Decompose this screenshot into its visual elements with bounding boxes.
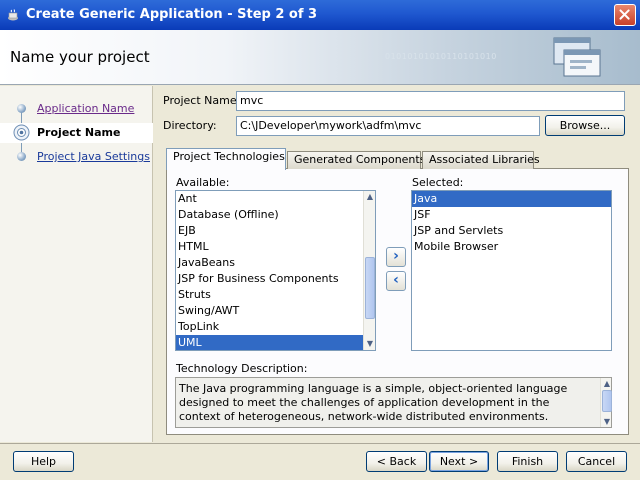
bottom-separator	[0, 443, 640, 444]
wizard-header: Name your project 01010101010110101010	[0, 30, 640, 85]
technology-description: The Java programming language is a simpl…	[175, 377, 612, 428]
list-item[interactable]: Java	[412, 191, 611, 207]
title-bar[interactable]: Create Generic Application - Step 2 of 3	[0, 0, 640, 30]
dialog-window: Create Generic Application - Step 2 of 3…	[0, 0, 640, 480]
close-icon	[619, 9, 630, 20]
available-list[interactable]: Ant Database (Offline) EJB HTML JavaBeans JSP…	[175, 190, 376, 351]
scroll-up-arrow-icon[interactable]: ▲	[364, 191, 375, 203]
tab-generated-components[interactable]: Generated Components	[287, 151, 425, 169]
window-title: Create Generic Application - Step 2 of 3	[26, 7, 318, 22]
available-items: Ant Database (Offline) EJB HTML JavaBeans JSP…	[176, 191, 375, 350]
scroll-up-arrow-icon[interactable]: ▲	[601, 378, 613, 389]
list-item[interactable]: Mobile Browser	[412, 239, 611, 255]
list-item[interactable]: Struts	[176, 287, 375, 303]
available-scrollbar[interactable]: ▲ ▼	[363, 191, 375, 350]
help-button[interactable]: Help	[13, 451, 74, 472]
directory-input[interactable]: C:\JDeveloper\mywork\adfm\mvc	[236, 116, 540, 136]
directory-label: Directory:	[163, 119, 217, 132]
list-item[interactable]: JSF	[412, 207, 611, 223]
page-title: Name your project	[10, 48, 150, 66]
add-technology-button[interactable]: ›	[386, 247, 406, 267]
browse-button[interactable]: Browse...	[545, 115, 625, 136]
selected-items: Java JSF JSP and Servlets Mobile Browser	[412, 191, 611, 255]
tab-associated-libraries[interactable]: Associated Libraries	[422, 151, 540, 169]
step-bullet-icon	[17, 104, 26, 113]
finish-button[interactable]: Finish	[497, 451, 558, 472]
cancel-button[interactable]: Cancel	[566, 451, 627, 472]
technology-description-text: The Java programming language is a simpl…	[179, 382, 568, 423]
step-project-java-settings-link[interactable]: Project Java Settings	[37, 150, 150, 163]
scroll-thumb[interactable]	[602, 390, 612, 412]
remove-technology-button[interactable]: ‹	[386, 271, 406, 291]
close-button[interactable]	[614, 4, 636, 26]
tab-project-technologies[interactable]: Project Technologies	[166, 148, 286, 170]
list-item[interactable]: Ant	[176, 191, 375, 207]
step-bullet-icon	[17, 152, 26, 161]
project-name-label: Project Name:	[163, 94, 241, 107]
list-item[interactable]: HTML	[176, 239, 375, 255]
list-item[interactable]: JSP and Servlets	[412, 223, 611, 239]
coffee-cup-icon	[8, 9, 18, 21]
step-application-name-link[interactable]: Application Name	[37, 102, 134, 115]
step-project-java-settings[interactable]: Project Java Settings	[0, 147, 153, 167]
technology-description-label: Technology Description:	[176, 362, 308, 375]
scroll-down-arrow-icon[interactable]: ▼	[364, 338, 375, 350]
chevron-left-icon: ‹	[393, 272, 399, 288]
step-application-name[interactable]: Application Name	[0, 99, 153, 119]
list-item[interactable]: JSP for Business Components	[176, 271, 375, 287]
list-item[interactable]: JavaBeans	[176, 255, 375, 271]
steps-nav: Application Name Project Name Project Ja…	[0, 86, 153, 442]
selected-list[interactable]: Java JSF JSP and Servlets Mobile Browser	[411, 190, 612, 351]
back-button[interactable]: < Back	[366, 451, 427, 472]
wizard-windows-icon	[553, 37, 601, 77]
step-project-name-label: Project Name	[37, 126, 121, 139]
list-item[interactable]: EJB	[176, 223, 375, 239]
chevron-right-icon: ›	[393, 248, 399, 264]
next-button[interactable]: Next >	[429, 451, 489, 472]
available-label: Available:	[176, 176, 230, 189]
list-item[interactable]: Database (Offline)	[176, 207, 375, 223]
list-item[interactable]: TopLink	[176, 319, 375, 335]
description-scrollbar[interactable]: ▲ ▼	[600, 378, 613, 427]
current-step-target-icon	[13, 124, 30, 141]
list-item[interactable]: UML	[176, 335, 375, 350]
step-project-name: Project Name	[0, 123, 153, 143]
scroll-down-arrow-icon[interactable]: ▼	[601, 416, 613, 427]
header-decoration-text: 01010101010110101010	[385, 52, 497, 61]
project-name-input[interactable]: mvc	[236, 91, 625, 111]
list-item[interactable]: Swing/AWT	[176, 303, 375, 319]
selected-label: Selected:	[412, 176, 464, 189]
scroll-thumb[interactable]	[365, 257, 375, 319]
